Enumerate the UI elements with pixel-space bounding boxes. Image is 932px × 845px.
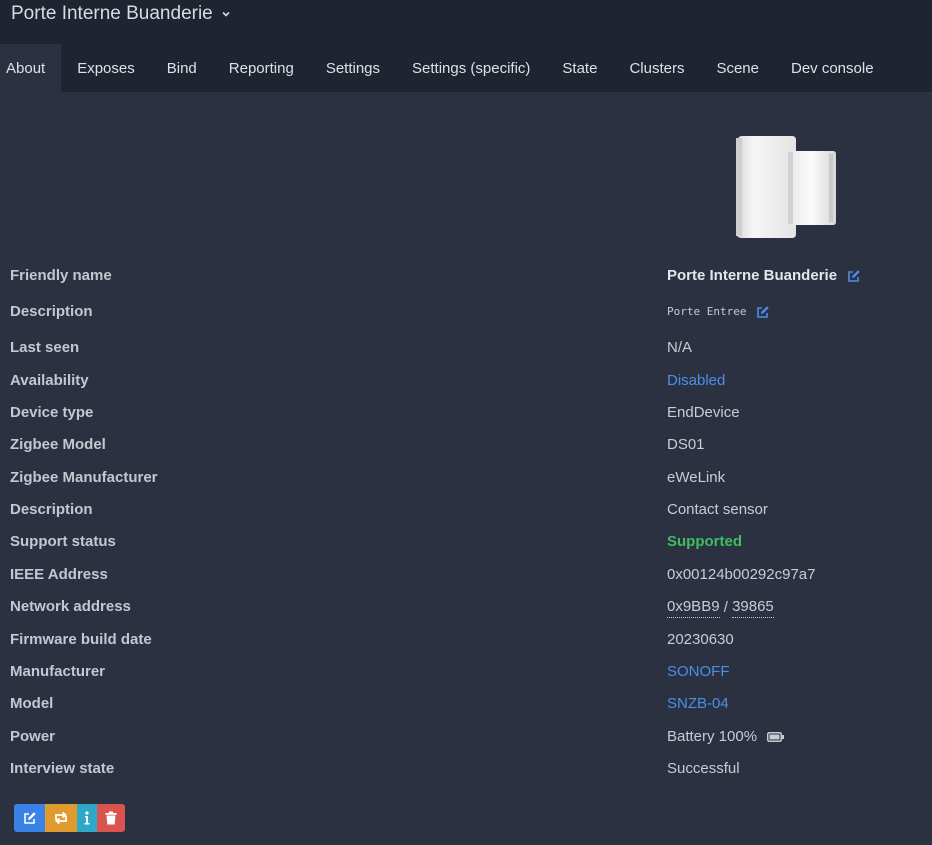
- edit-icon[interactable]: [756, 305, 770, 319]
- tab-bind[interactable]: Bind: [151, 44, 213, 92]
- tab-dev-console[interactable]: Dev console: [775, 44, 890, 92]
- row-interview-state: Interview state Successful: [0, 759, 932, 791]
- swap-icon: [55, 811, 67, 825]
- row-network-address: Network address 0x9BB9 / 39865: [0, 597, 932, 629]
- tab-state[interactable]: State: [546, 44, 613, 92]
- description-user-label: Description: [10, 303, 93, 320]
- delete-button[interactable]: [97, 804, 125, 832]
- zigbee-manufacturer-value: eWeLink: [667, 469, 726, 486]
- rename-button[interactable]: [14, 804, 45, 832]
- tab-exposes[interactable]: Exposes: [61, 44, 151, 92]
- row-last-seen: Last seen N/A: [0, 338, 932, 370]
- interview-button[interactable]: [77, 804, 97, 832]
- reconfigure-button[interactable]: [45, 804, 77, 832]
- device-type-value: EndDevice: [667, 404, 740, 421]
- availability-link[interactable]: Disabled: [667, 371, 725, 391]
- manufacturer-label: Manufacturer: [10, 663, 106, 680]
- tab-scene[interactable]: Scene: [700, 44, 775, 92]
- zigbee-manufacturer-label: Zigbee Manufacturer: [10, 469, 158, 486]
- tab-bar: About Exposes Bind Reporting Settings Se…: [0, 44, 932, 92]
- row-zigbee-model: Zigbee Model DS01: [0, 435, 932, 467]
- friendly-name-value: Porte Interne Buanderie: [667, 267, 838, 284]
- about-panel: Friendly name Porte Interne Buanderie De…: [0, 92, 932, 845]
- device-actions: [14, 804, 125, 832]
- firmware-build-date-label: Firmware build date: [10, 631, 152, 648]
- row-manufacturer: Manufacturer SONOFF: [0, 662, 932, 694]
- trash-icon: [105, 811, 117, 825]
- description-user-value: Porte Entree: [667, 305, 747, 318]
- chevron-down-icon: [222, 11, 230, 17]
- network-address-dec: 39865: [732, 597, 774, 618]
- battery-full-icon: [767, 732, 785, 742]
- friendly-name-label: Friendly name: [10, 267, 112, 284]
- device-selector[interactable]: Porte Interne Buanderie: [11, 3, 231, 25]
- edit-icon: [23, 812, 36, 824]
- tab-clusters[interactable]: Clusters: [613, 44, 700, 92]
- power-label: Power: [10, 728, 56, 745]
- support-status-label: Support status: [10, 533, 116, 550]
- network-address-hex: 0x9BB9: [667, 597, 720, 618]
- row-model: Model SNZB-04: [0, 694, 932, 726]
- power-value: Battery 100%: [667, 728, 758, 745]
- row-firmware-build-date: Firmware build date 20230630: [0, 630, 932, 662]
- model-link[interactable]: SNZB-04: [667, 694, 729, 714]
- row-availability: Availability Disabled: [0, 371, 932, 403]
- manufacturer-link[interactable]: SONOFF: [667, 662, 730, 682]
- description-value: Contact sensor: [667, 501, 768, 518]
- model-label: Model: [10, 695, 54, 712]
- tab-reporting[interactable]: Reporting: [213, 44, 310, 92]
- support-status-link[interactable]: Supported: [667, 532, 742, 552]
- network-address-separator: /: [719, 598, 733, 616]
- network-address-label: Network address: [10, 598, 131, 615]
- row-description: Description Contact sensor: [0, 500, 932, 532]
- row-friendly-name: Friendly name Porte Interne Buanderie: [0, 266, 932, 298]
- device-title: Porte Interne Buanderie: [11, 3, 213, 24]
- tab-settings-specific[interactable]: Settings (specific): [396, 44, 546, 92]
- row-power: Power Battery 100%: [0, 727, 932, 759]
- last-seen-value: N/A: [667, 339, 693, 356]
- firmware-build-date-value: 20230630: [667, 631, 734, 648]
- ieee-address-value: 0x00124b00292c97a7: [667, 566, 816, 583]
- last-seen-label: Last seen: [10, 339, 80, 356]
- device-type-label: Device type: [10, 404, 94, 421]
- description-label: Description: [10, 501, 93, 518]
- ieee-address-label: IEEE Address: [10, 566, 108, 583]
- network-address-value: 0x9BB9 / 39865: [667, 597, 774, 618]
- interview-state-label: Interview state: [10, 760, 115, 777]
- row-zigbee-manufacturer: Zigbee Manufacturer eWeLink: [0, 468, 932, 500]
- row-support-status: Support status Supported: [0, 532, 932, 564]
- row-device-type: Device type EndDevice: [0, 403, 932, 435]
- description-user-value-wrap: Porte Entree: [667, 302, 770, 322]
- power-value-wrap: Battery 100%: [667, 727, 785, 747]
- device-image: [736, 136, 836, 238]
- zigbee-model-value: DS01: [667, 436, 705, 453]
- info-icon: [84, 811, 90, 825]
- zigbee-model-label: Zigbee Model: [10, 436, 106, 453]
- tab-settings[interactable]: Settings: [310, 44, 396, 92]
- top-bar: Porte Interne Buanderie: [0, 0, 932, 44]
- availability-label: Availability: [10, 372, 89, 389]
- friendly-name-value-wrap: Porte Interne Buanderie: [667, 266, 861, 286]
- row-description-user: Description Porte Entree: [0, 302, 932, 334]
- tab-about[interactable]: About: [0, 44, 62, 92]
- row-ieee-address: IEEE Address 0x00124b00292c97a7: [0, 565, 932, 597]
- edit-icon[interactable]: [847, 269, 861, 283]
- interview-state-value: Successful: [667, 760, 740, 777]
